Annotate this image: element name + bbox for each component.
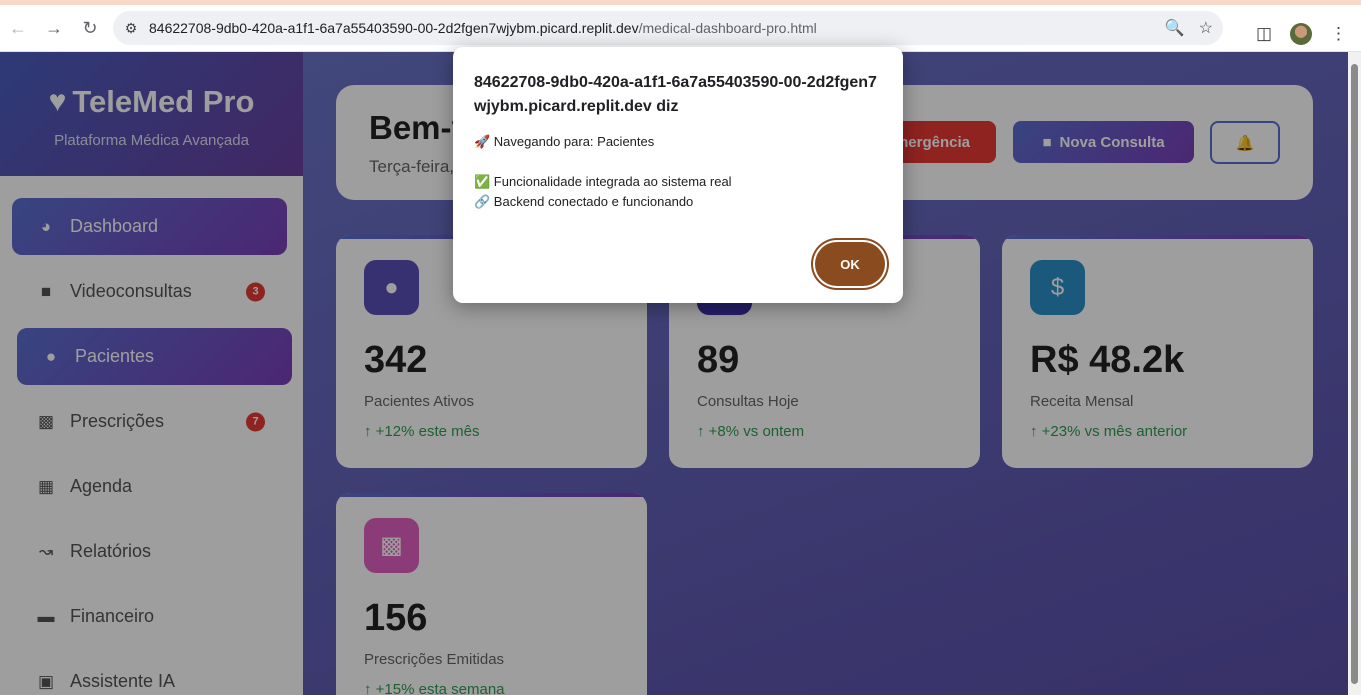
bookmark-star-icon[interactable]: ☆ <box>1199 18 1213 38</box>
dialog-title: 84622708-9db0-420a-a1f1-6a7a55403590-00-… <box>474 74 877 115</box>
zoom-icon[interactable]: 🔍 <box>1165 18 1185 38</box>
alert-dialog: 84622708-9db0-420a-a1f1-6a7a55403590-00-… <box>453 47 903 303</box>
dialog-line: 🔗 Backend conectado e funcionando <box>474 194 694 209</box>
site-info-icon[interactable]: ⚙ <box>113 20 149 37</box>
url-path: /medical-dashboard-pro.html <box>638 20 817 36</box>
browser-toolbar: ← → ↻ ⚙ 84622708-9db0-420a-a1f1-6a7a5540… <box>0 5 1361 52</box>
extensions-icon[interactable]: ◫ <box>1256 24 1272 44</box>
profile-avatar[interactable] <box>1290 22 1312 45</box>
forward-icon[interactable]: → <box>36 10 72 46</box>
dialog-line: 🚀 Navegando para: Pacientes <box>474 134 655 149</box>
dialog-line: ✅ Funcionalidade integrada ao sistema re… <box>474 174 732 189</box>
ok-button[interactable]: OK <box>815 242 885 286</box>
scrollbar-thumb[interactable] <box>1351 64 1358 684</box>
back-icon[interactable]: ← <box>0 10 36 46</box>
dialog-message: 🚀 Navegando para: Pacientes ✅ Funcionali… <box>474 132 883 212</box>
address-bar[interactable]: ⚙ 84622708-9db0-420a-a1f1-6a7a55403590-0… <box>113 11 1223 45</box>
url-text: 84622708-9db0-420a-a1f1-6a7a55403590-00-… <box>149 20 817 36</box>
menu-kebab-icon[interactable]: ⋮ <box>1330 24 1347 44</box>
url-host: 84622708-9db0-420a-a1f1-6a7a55403590-00-… <box>149 20 639 36</box>
page-scrollbar[interactable] <box>1348 52 1361 695</box>
reload-icon[interactable]: ↻ <box>72 10 108 46</box>
